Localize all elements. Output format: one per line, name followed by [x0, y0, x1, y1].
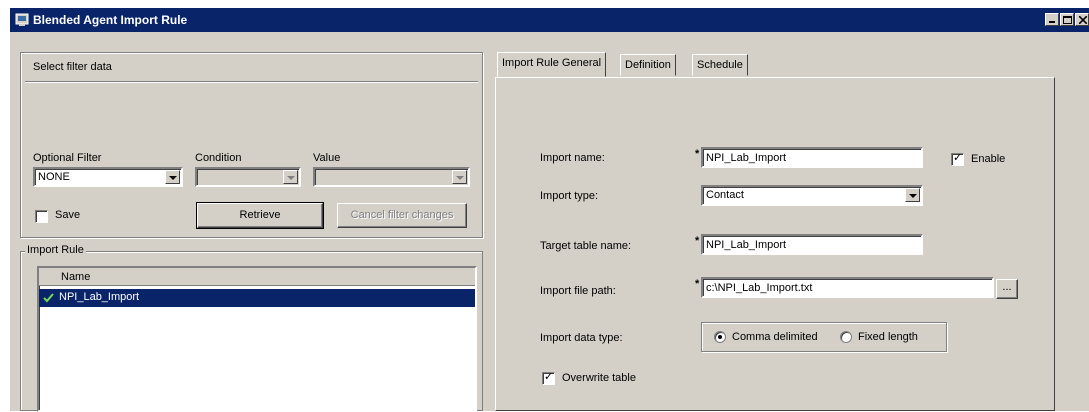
import-type-label: Import type: — [540, 190, 599, 202]
cancel-filter-changes-button[interactable]: Cancel filter changes — [337, 203, 467, 228]
target-table-label: Target table name: — [540, 240, 632, 252]
import-type-value: Contact — [706, 189, 744, 201]
import-rule-window: Blended Agent Import Rule Select filter … — [10, 8, 1089, 412]
checkmark-icon: ✓ — [544, 371, 554, 383]
required-marker: * — [695, 148, 700, 160]
required-marker: * — [695, 278, 700, 290]
list-item-label: NPI_Lab_Import — [59, 291, 140, 303]
import-rule-general-page: Import name: * NPI_Lab_Import ✓ Enable I… — [495, 77, 1055, 411]
tab-definition[interactable]: Definition — [620, 54, 676, 76]
file-path-label: Import file path: — [540, 285, 616, 297]
retrieve-button[interactable]: Retrieve — [196, 202, 324, 229]
tab-import-rule-general[interactable]: Import Rule General — [497, 52, 607, 77]
maximize-icon — [1063, 16, 1072, 24]
target-table-input[interactable]: NPI_Lab_Import — [701, 234, 923, 255]
required-marker: * — [695, 235, 700, 247]
title-bar[interactable]: Blended Agent Import Rule — [10, 8, 1089, 32]
tab-schedule[interactable]: Schedule — [692, 54, 748, 76]
filter-header-divider — [25, 81, 478, 82]
file-path-value: c:\NPI_Lab_Import.txt — [706, 282, 813, 294]
save-checkbox[interactable] — [35, 210, 48, 223]
chevron-down-icon[interactable] — [905, 188, 920, 202]
column-header-name[interactable]: Name — [61, 271, 90, 283]
enable-checkbox[interactable]: ✓ — [951, 152, 964, 166]
comma-delimited-label: Comma delimited — [732, 331, 818, 343]
chevron-down-icon[interactable] — [283, 170, 298, 184]
list-item[interactable]: NPI_Lab_Import — [39, 289, 475, 307]
close-button[interactable] — [1075, 13, 1089, 26]
data-type-group: Comma delimited Fixed length — [701, 322, 947, 352]
target-table-value: NPI_Lab_Import — [706, 239, 787, 251]
chevron-down-icon[interactable] — [452, 170, 467, 184]
condition-label: Condition — [195, 152, 242, 164]
comma-delimited-radio[interactable] — [714, 331, 726, 343]
close-icon — [1079, 16, 1087, 24]
optional-filter-value: NONE — [38, 171, 70, 183]
optional-filter-label: Optional Filter — [33, 152, 102, 164]
overwrite-table-checkbox[interactable]: ✓ — [542, 371, 555, 385]
value-combo[interactable] — [313, 167, 470, 187]
save-label: Save — [55, 209, 81, 221]
import-name-label: Import name: — [540, 152, 605, 164]
filter-panel: Select filter data Optional Filter NONE … — [20, 52, 483, 238]
list-header[interactable]: Name — [39, 268, 475, 286]
window-title: Blended Agent Import Rule — [33, 13, 188, 27]
fixed-length-label: Fixed length — [858, 331, 918, 343]
condition-combo[interactable] — [195, 167, 301, 187]
import-rule-group-label: Import Rule — [25, 244, 86, 256]
import-name-input[interactable]: NPI_Lab_Import — [701, 147, 923, 168]
tab-strip: Import Rule General Definition Schedule — [497, 52, 1057, 78]
value-label: Value — [313, 152, 341, 164]
radio-dot-icon — [718, 335, 722, 339]
checkmark-icon: ✓ — [953, 152, 963, 164]
fixed-length-radio[interactable] — [840, 331, 852, 343]
import-name-value: NPI_Lab_Import — [706, 152, 787, 164]
data-type-label: Import data type: — [540, 332, 623, 344]
import-rule-list[interactable]: Name NPI_Lab_Import — [37, 266, 477, 412]
file-path-input[interactable]: c:\NPI_Lab_Import.txt — [701, 277, 994, 298]
app-icon — [15, 13, 29, 26]
filter-header: Select filter data — [33, 61, 112, 73]
optional-filter-combo[interactable]: NONE — [33, 167, 183, 187]
enable-label: Enable — [971, 153, 1006, 165]
minimize-icon — [1049, 21, 1055, 23]
import-rule-group: Import Rule Name NPI_Lab_Import — [20, 244, 483, 412]
chevron-down-icon[interactable] — [165, 170, 180, 184]
import-type-combo[interactable]: Contact — [701, 185, 923, 206]
maximize-button[interactable] — [1060, 13, 1074, 26]
overwrite-table-label: Overwrite table — [562, 372, 636, 384]
browse-button[interactable]: ... — [996, 279, 1018, 299]
minimize-button[interactable] — [1045, 13, 1059, 26]
check-icon — [43, 293, 54, 303]
